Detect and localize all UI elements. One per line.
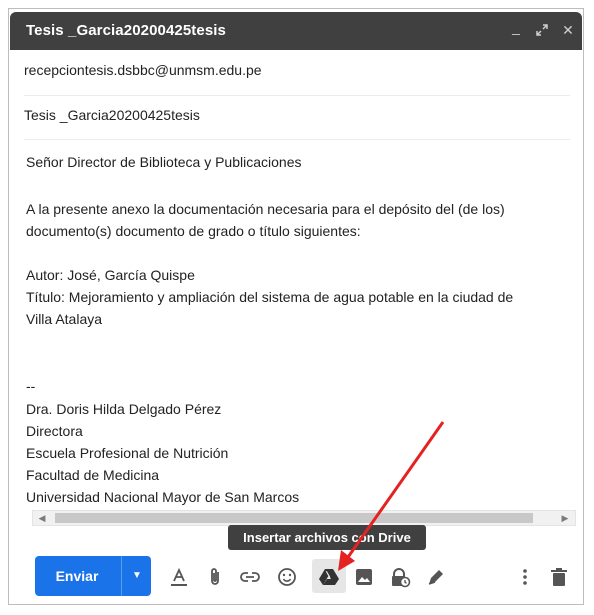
photo-icon[interactable] — [352, 565, 376, 589]
emoji-icon[interactable] — [275, 565, 299, 589]
signature-name: Dra. Doris Hilda Delgado Pérez — [26, 401, 222, 417]
signature-role: Directora — [26, 423, 83, 439]
body-title-line2: Villa Atalaya — [26, 311, 103, 327]
subject-text: Tesis _Garcia20200425tesis — [24, 107, 200, 123]
more-options-icon[interactable] — [513, 565, 537, 589]
send-label: Enviar — [55, 568, 99, 584]
scrollbar-thumb[interactable] — [55, 513, 533, 523]
confidential-icon[interactable] — [388, 565, 412, 589]
formatting-icon[interactable] — [167, 565, 191, 589]
expand-icon[interactable] — [533, 21, 551, 39]
body-intro-line1: A la presente anexo la documentación nec… — [26, 201, 505, 217]
drive-icon[interactable] — [317, 565, 341, 589]
drive-tooltip: Insertar archivos con Drive — [228, 525, 426, 550]
horizontal-scrollbar[interactable]: ◀ ▶ — [32, 510, 576, 526]
compose-title: Tesis _Garcia20200425tesis — [26, 22, 226, 39]
scroll-left-icon[interactable]: ◀ — [35, 511, 49, 525]
to-address: recepciontesis.dsbbc@unmsm.edu.pe — [24, 62, 262, 78]
send-options-icon[interactable]: ▼ — [123, 556, 151, 596]
trash-icon[interactable] — [547, 565, 571, 589]
scroll-right-icon[interactable]: ▶ — [558, 511, 572, 525]
subject-field[interactable]: Tesis _Garcia20200425tesis — [24, 107, 570, 140]
signature-school: Escuela Profesional de Nutrición — [26, 445, 229, 461]
close-icon[interactable]: ✕ — [559, 21, 577, 39]
compose-titlebar[interactable]: Tesis _Garcia20200425tesis _ ✕ — [10, 12, 582, 50]
send-button[interactable]: Enviar ▼ — [35, 556, 151, 596]
send-divider — [121, 556, 122, 596]
signature-separator: -- — [26, 378, 36, 394]
signature-faculty: Facultad de Medicina — [26, 467, 160, 483]
link-icon[interactable] — [238, 565, 262, 589]
body-author: Autor: José, García Quispe — [26, 267, 195, 283]
signature-icon[interactable] — [424, 565, 448, 589]
signature-university: Universidad Nacional Mayor de San Marcos — [26, 489, 300, 505]
body-greeting: Señor Director de Biblioteca y Publicaci… — [26, 154, 302, 170]
to-field[interactable]: recepciontesis.dsbbc@unmsm.edu.pe — [24, 62, 570, 96]
minimize-icon[interactable]: _ — [507, 18, 525, 36]
body-intro-line2: documento(s) documento de grado o título… — [26, 223, 361, 239]
body-title-line1: Título: Mejoramiento y ampliación del si… — [26, 289, 514, 305]
attach-icon[interactable] — [203, 565, 227, 589]
